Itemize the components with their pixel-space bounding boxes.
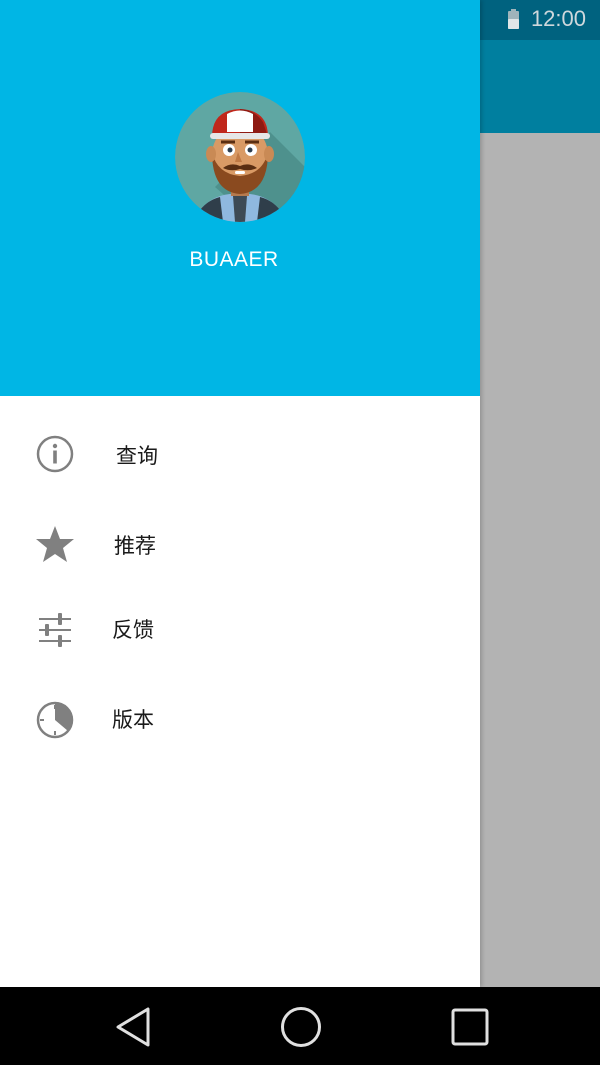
info-icon xyxy=(35,434,75,474)
navigation-drawer: BUAAER 查询 推荐 反馈 版本 xyxy=(0,0,480,987)
user-name: BUAAER xyxy=(189,248,279,271)
menu-item-label: 反馈 xyxy=(112,618,154,642)
menu-item-label: 查询 xyxy=(116,444,158,468)
star-icon xyxy=(35,524,75,564)
drawer-header: BUAAER xyxy=(0,0,480,396)
screen: 12:00 BUAAER 查询 推荐 反馈 版本 xyxy=(0,0,600,1065)
clock-icon xyxy=(35,700,75,740)
sliders-icon xyxy=(35,610,75,650)
recents-icon[interactable] xyxy=(448,1005,492,1049)
system-nav-bar xyxy=(0,987,600,1065)
battery-icon xyxy=(507,9,519,29)
menu-item-query[interactable]: 查询 xyxy=(0,414,480,494)
avatar-icon[interactable] xyxy=(175,92,305,222)
menu-item-label: 推荐 xyxy=(114,534,156,558)
menu-item-feedback[interactable]: 反馈 xyxy=(0,590,480,670)
home-icon[interactable] xyxy=(279,1005,323,1049)
menu-item-label: 版本 xyxy=(112,708,154,732)
menu-item-version[interactable]: 版本 xyxy=(0,680,480,760)
back-icon[interactable] xyxy=(112,1005,156,1049)
menu-item-recommend[interactable]: 推荐 xyxy=(0,504,480,584)
status-indicators: 12:00 xyxy=(507,6,586,32)
status-time: 12:00 xyxy=(530,6,586,31)
